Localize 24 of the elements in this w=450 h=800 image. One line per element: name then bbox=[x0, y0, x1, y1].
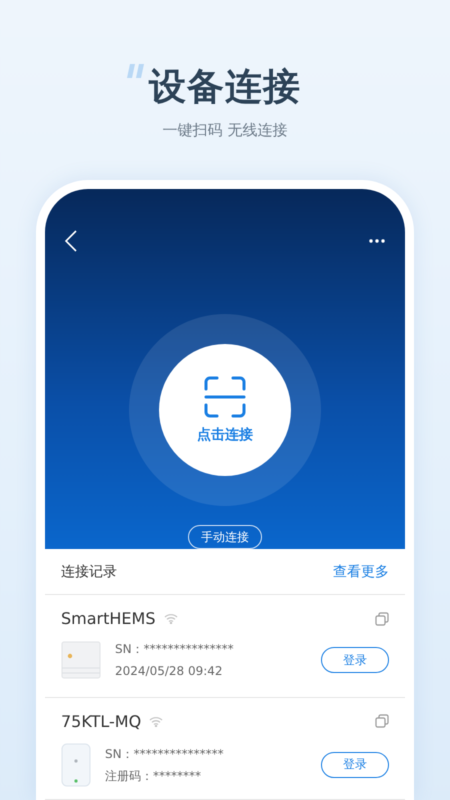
wifi-icon bbox=[164, 613, 178, 624]
device-info: SN：*************** bbox=[105, 746, 225, 762]
wifi-icon bbox=[149, 716, 164, 727]
device-icon bbox=[61, 640, 101, 680]
device-name: SmartHEMS bbox=[61, 609, 156, 628]
device-info: SN：*************** bbox=[115, 641, 235, 658]
section-title: 连接记录 bbox=[61, 562, 117, 581]
more-icon[interactable] bbox=[369, 239, 385, 243]
back-icon[interactable] bbox=[65, 230, 77, 252]
device-info: 2024/05/28 09:42 bbox=[115, 663, 224, 680]
headline: 设备连接 bbox=[149, 64, 301, 110]
scan-icon bbox=[204, 376, 246, 418]
login-button[interactable]: 登录 bbox=[321, 647, 389, 674]
subtitle: 一键扫码 无线连接 bbox=[162, 120, 288, 140]
quote-icon bbox=[127, 64, 145, 78]
view-more-link[interactable]: 查看更多 bbox=[333, 562, 389, 581]
device-info: 注册码：******** bbox=[105, 768, 202, 784]
scan-button[interactable]: 点击连接 bbox=[159, 344, 291, 476]
device-icon bbox=[61, 742, 91, 787]
copy-icon[interactable] bbox=[375, 714, 389, 728]
copy-icon[interactable] bbox=[375, 612, 389, 626]
device-name: 75KTL-MQ bbox=[61, 712, 142, 731]
manual-connect-button[interactable]: 手动连接 bbox=[188, 525, 262, 549]
login-button[interactable]: 登录 bbox=[321, 752, 389, 778]
